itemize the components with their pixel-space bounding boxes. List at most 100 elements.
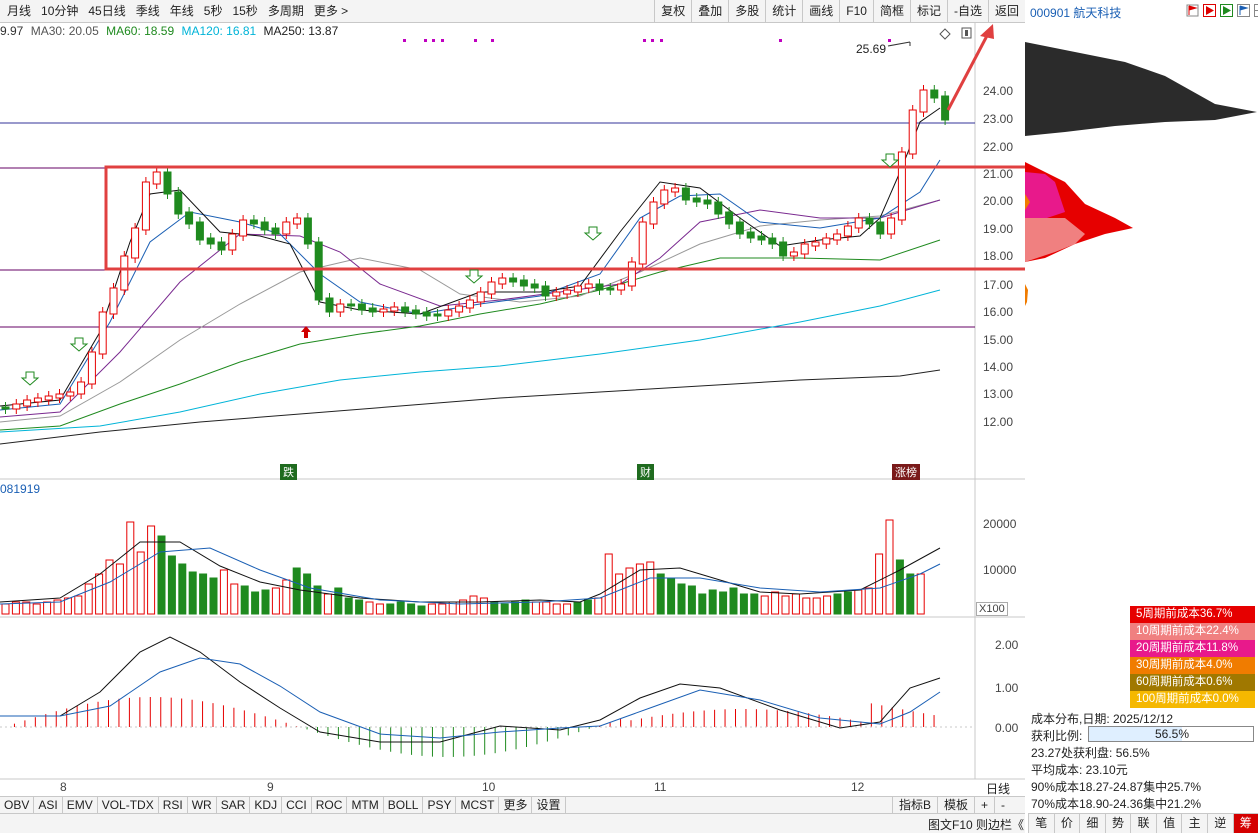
toolbar-action-2[interactable]: 多股 xyxy=(728,0,765,22)
period-tab-2[interactable]: 45日线 xyxy=(83,0,130,22)
event-label-finance[interactable]: 财 xyxy=(637,464,654,480)
toolbar-action-7[interactable]: 标记 xyxy=(910,0,947,22)
period-tab-0[interactable]: 月线 xyxy=(2,0,36,22)
right-tab-7[interactable]: 逆 xyxy=(1207,814,1233,833)
volume-bar xyxy=(678,584,685,614)
right-tab-6[interactable]: 主 xyxy=(1181,814,1207,833)
indicator-tab-1[interactable]: ASI xyxy=(34,797,62,814)
candle xyxy=(823,238,830,244)
period-tab-4[interactable]: 年线 xyxy=(165,0,199,22)
play-red-icon[interactable] xyxy=(1203,4,1216,17)
candle xyxy=(272,228,279,234)
toolbar-action-6[interactable]: 简框 xyxy=(873,0,910,22)
candle xyxy=(358,304,365,310)
indicator-tab-6[interactable]: SAR xyxy=(217,797,251,814)
period-tab-1[interactable]: 10分钟 xyxy=(36,0,83,22)
candle xyxy=(348,304,355,306)
toolbar-action-5[interactable]: F10 xyxy=(839,0,873,22)
toolbar-action-1[interactable]: 叠加 xyxy=(691,0,728,22)
volume-bar xyxy=(272,588,279,614)
cost-legend-item: 60周期前成本0.6% xyxy=(1130,674,1255,691)
volume-bar xyxy=(824,596,831,614)
stock-code-name[interactable]: 000901 航天科技 xyxy=(1030,4,1121,21)
indicator-template-tabs: 指标B模板+- xyxy=(892,797,1011,814)
volume-bar xyxy=(699,594,706,614)
volume-bar xyxy=(408,604,415,614)
candle xyxy=(337,304,344,312)
indicator-tab-0[interactable]: OBV xyxy=(0,797,34,814)
candle xyxy=(207,238,214,244)
event-label-up[interactable]: 涨榜 xyxy=(892,464,920,480)
cost-90: 90%成本18.27-24.87集中25.7% xyxy=(1031,778,1201,795)
indicator-tab-7[interactable]: KDJ xyxy=(250,797,282,814)
right-tab-1[interactable]: 价 xyxy=(1054,814,1080,833)
volume-bar xyxy=(730,588,737,614)
right-tab-3[interactable]: 势 xyxy=(1105,814,1131,833)
date-axis-11: 11 xyxy=(654,780,666,794)
volume-bar xyxy=(803,598,810,614)
indicator-tab-12[interactable]: PSY xyxy=(423,797,456,814)
toolbar-action-8[interactable]: -自选 xyxy=(947,0,988,22)
flag-icon[interactable] xyxy=(1186,4,1199,17)
template-tab-2[interactable]: + xyxy=(974,797,994,814)
period-tab-5[interactable]: 5秒 xyxy=(199,0,228,22)
right-tab-5[interactable]: 值 xyxy=(1156,814,1182,833)
indicator-tab-14[interactable]: 更多 xyxy=(499,797,532,814)
toolbar-action-4[interactable]: 画线 xyxy=(802,0,839,22)
toolbar-action-9[interactable]: 返回 xyxy=(988,0,1025,22)
volume-bar xyxy=(564,604,571,614)
volume-bar xyxy=(137,552,144,614)
right-tab-0[interactable]: 笔 xyxy=(1028,814,1054,833)
period-label[interactable]: 日线 xyxy=(986,780,1010,797)
period-tab-8[interactable]: 更多 > xyxy=(309,0,353,22)
volume-bar xyxy=(782,596,789,614)
indicator-tab-9[interactable]: ROC xyxy=(312,797,348,814)
candle xyxy=(423,312,430,316)
main-chart xyxy=(0,22,1025,796)
right-tab-2[interactable]: 细 xyxy=(1079,814,1105,833)
volume-unit: X100 xyxy=(976,602,1008,616)
period-tab-6[interactable]: 15秒 xyxy=(227,0,262,22)
candle xyxy=(574,286,581,292)
right-tab-4[interactable]: 联 xyxy=(1130,814,1156,833)
indicator-tab-11[interactable]: BOLL xyxy=(384,797,424,814)
indicator-tab-2[interactable]: EMV xyxy=(63,797,98,814)
flag-blue-icon[interactable] xyxy=(1237,4,1250,17)
candle xyxy=(175,192,182,214)
f10-link[interactable]: 图文F10 xyxy=(928,816,973,833)
period-tab-3[interactable]: 季线 xyxy=(131,0,165,22)
indicator-tab-5[interactable]: WR xyxy=(188,797,217,814)
sidebar-toggle[interactable]: 则边栏《 xyxy=(976,816,1024,833)
toolbar-action-3[interactable]: 统计 xyxy=(765,0,802,22)
period-toolbar: 月线10分钟45日线季线年线5秒15秒多周期更多 > 复权叠加多股统计画线F10… xyxy=(0,0,1025,23)
indicator-tab-3[interactable]: VOL-TDX xyxy=(98,797,159,814)
candle xyxy=(769,238,776,244)
indicator-tab-15[interactable]: 设置 xyxy=(532,797,565,814)
indicator-tab-4[interactable]: RSI xyxy=(159,797,188,814)
event-label-down[interactable]: 跌 xyxy=(280,464,297,480)
indicator-tab-8[interactable]: CCI xyxy=(282,797,312,814)
candle xyxy=(56,394,63,398)
template-tab-1[interactable]: 模板 xyxy=(937,797,974,814)
volume-bar xyxy=(886,520,893,614)
template-tab-0[interactable]: 指标B xyxy=(892,797,937,814)
candle xyxy=(153,172,160,184)
template-tab-3[interactable]: - xyxy=(994,797,1011,814)
volume-bar xyxy=(865,588,872,614)
play-green-icon[interactable] xyxy=(1220,4,1233,17)
candle xyxy=(693,198,700,202)
volume-bar xyxy=(168,556,175,614)
grid-icon[interactable] xyxy=(1254,4,1258,17)
toolbar-action-0[interactable]: 复权 xyxy=(654,0,691,22)
candle xyxy=(855,218,862,228)
volume-bar xyxy=(553,604,560,614)
candle xyxy=(142,182,149,230)
right-tab-8[interactable]: 筹 xyxy=(1233,814,1258,833)
indicator-tab-10[interactable]: MTM xyxy=(347,797,383,814)
volume-bar xyxy=(33,604,40,614)
candle xyxy=(369,308,376,312)
indicator-tab-13[interactable]: MCST xyxy=(456,797,499,814)
volume-bar xyxy=(231,584,238,614)
period-tab-7[interactable]: 多周期 xyxy=(263,0,309,22)
volume-bar xyxy=(262,590,269,614)
